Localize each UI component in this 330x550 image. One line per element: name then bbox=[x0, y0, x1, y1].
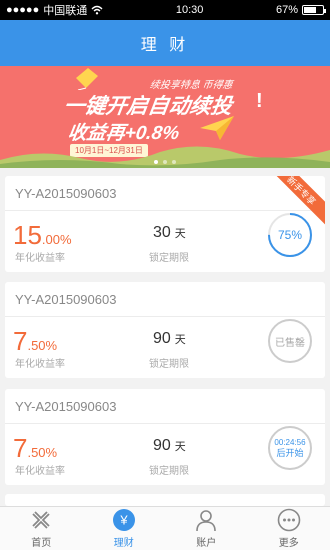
battery-fill bbox=[303, 7, 317, 13]
signal-icon: ●●●●● bbox=[6, 4, 40, 16]
product-card-partial bbox=[5, 494, 325, 506]
status-left: ●●●●● 中国联通 bbox=[6, 2, 103, 18]
countdown-timer: 00:24:56 bbox=[274, 438, 306, 447]
term-unit: 天 bbox=[174, 228, 186, 240]
carrier-label: 中国联通 bbox=[43, 5, 88, 17]
kite-icon bbox=[76, 68, 98, 90]
banner-exclaim: ! bbox=[256, 90, 263, 112]
tab-more[interactable]: 更多 bbox=[248, 507, 330, 550]
rate-decimal: .50% bbox=[27, 338, 58, 353]
banner-pagination bbox=[0, 160, 330, 164]
sold-out-text: 已售罄 bbox=[275, 337, 305, 349]
battery-percent: 67% bbox=[275, 4, 298, 16]
status-bar: ●●●●● 中国联通 10:30 67% bbox=[0, 0, 330, 20]
page-title: 理 财 bbox=[140, 37, 190, 54]
product-code: YY-A2015090603 bbox=[15, 186, 117, 201]
term-unit: 天 bbox=[174, 334, 186, 346]
tab-finance[interactable]: ¥ 理财 bbox=[83, 507, 166, 550]
battery-icon bbox=[301, 5, 326, 15]
annual-rate: 7 .50% bbox=[13, 433, 57, 464]
card-divider bbox=[5, 316, 325, 317]
paper-plane-icon bbox=[200, 116, 234, 140]
banner-dot[interactable] bbox=[154, 160, 158, 164]
card-divider bbox=[5, 210, 325, 211]
annual-rate: 7 .50% bbox=[13, 326, 57, 357]
sold-out-badge: 已售罄 bbox=[267, 318, 313, 364]
tab-account-label: 账户 bbox=[196, 538, 217, 549]
rate-integer: 15 bbox=[13, 220, 42, 250]
rate-label: 年化收益率 bbox=[15, 359, 65, 370]
rate-label: 年化收益率 bbox=[15, 466, 65, 477]
wifi-icon bbox=[91, 5, 103, 15]
tab-more-label: 更多 bbox=[278, 538, 299, 549]
rate-decimal: .50% bbox=[27, 445, 58, 460]
product-card[interactable]: YY-A2015090603 15 .00% 年化收益率 30 天 锁定期限 7… bbox=[5, 176, 325, 272]
term-label: 锁定期限 bbox=[149, 466, 189, 477]
promo-banner[interactable]: 续投享特息 币得惠 一键开启自动续投 ! 收益再+0.8% 10月1日~12月3… bbox=[0, 66, 330, 168]
product-card[interactable]: YY-A2015090603 7 .50% 年化收益率 90 天 锁定期限 00… bbox=[5, 389, 325, 485]
banner-dot[interactable] bbox=[163, 160, 167, 164]
term-label: 锁定期限 bbox=[149, 359, 189, 370]
product-code: YY-A2015090603 bbox=[15, 292, 117, 307]
term-value: 30 bbox=[153, 224, 171, 241]
status-right: 67% bbox=[275, 4, 326, 16]
tab-finance-label: 理财 bbox=[113, 538, 134, 549]
lock-term: 90 天 bbox=[153, 437, 186, 455]
product-code: YY-A2015090603 bbox=[15, 399, 117, 414]
rate-decimal: .00% bbox=[41, 232, 72, 247]
card-divider bbox=[5, 423, 325, 424]
bottom-tab-bar: 首页 ¥ 理财 账户 更多 bbox=[0, 506, 330, 550]
countdown-badge: 00:24:56 后开始 bbox=[267, 425, 313, 471]
term-unit: 天 bbox=[174, 441, 186, 453]
product-card[interactable]: YY-A2015090603 7 .50% 年化收益率 90 天 锁定期限 已售… bbox=[5, 282, 325, 378]
user-icon bbox=[196, 510, 217, 532]
countdown-content: 00:24:56 后开始 bbox=[267, 425, 313, 471]
progress-ring: 75% bbox=[267, 212, 313, 258]
term-value: 90 bbox=[153, 437, 171, 454]
progress-text: 75% bbox=[277, 228, 303, 242]
home-icon bbox=[32, 511, 50, 529]
banner-dot[interactable] bbox=[172, 160, 176, 164]
tab-account[interactable]: 账户 bbox=[165, 507, 248, 550]
yen-icon: ¥ bbox=[112, 509, 135, 531]
annual-rate: 15 .00% bbox=[13, 220, 72, 251]
tab-home[interactable]: 首页 bbox=[0, 507, 83, 550]
term-value: 90 bbox=[153, 330, 171, 347]
rate-label: 年化收益率 bbox=[15, 253, 65, 264]
term-label: 锁定期限 bbox=[149, 253, 189, 264]
rate-integer: 7 bbox=[13, 433, 28, 463]
banner-tagline: 续投享特息 币得惠 bbox=[148, 80, 234, 91]
battery-nub bbox=[323, 9, 326, 13]
nav-bar: 理 财 bbox=[0, 20, 330, 66]
countdown-label: 后开始 bbox=[276, 448, 304, 458]
svg-text:¥: ¥ bbox=[119, 513, 128, 528]
status-time: 10:30 bbox=[175, 4, 204, 16]
tab-home-label: 首页 bbox=[31, 538, 52, 549]
lock-term: 90 天 bbox=[153, 330, 186, 348]
lock-term: 30 天 bbox=[153, 224, 186, 242]
rate-integer: 7 bbox=[13, 326, 28, 356]
more-icon bbox=[277, 508, 301, 532]
